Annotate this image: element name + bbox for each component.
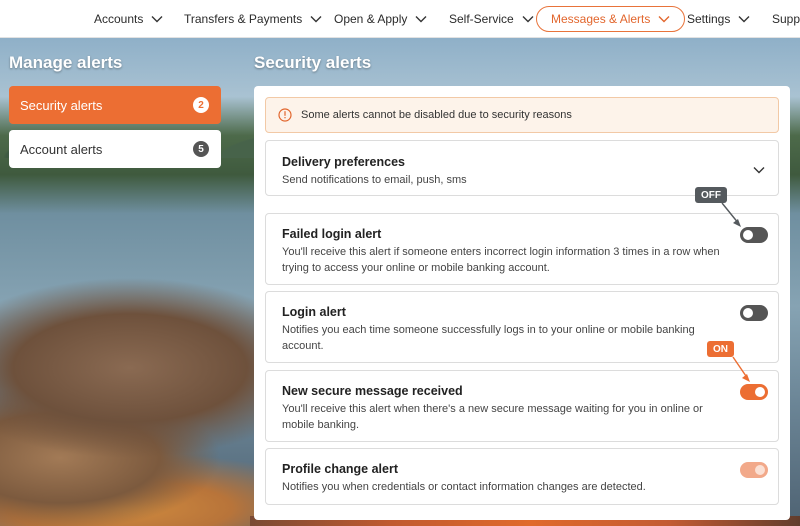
top-navigation: Accounts Transfers & Payments Open & App… (0, 0, 800, 38)
chevron-down-icon (738, 16, 750, 23)
sidebar-item-label: Security alerts (20, 97, 103, 113)
chevron-down-icon (151, 16, 163, 23)
alert-desc: Notifies you when credentials or contact… (282, 481, 646, 493)
alert-row-new-secure-message: New secure message received You'll recei… (265, 370, 779, 442)
nav-label: Self-Service (449, 12, 514, 26)
alert-title: Failed login alert (282, 227, 382, 241)
alert-row-login: Login alert Notifies you each time someo… (265, 291, 779, 363)
toggle-knob (755, 465, 765, 475)
sidebar-item-label: Account alerts (20, 141, 103, 157)
alert-title: Profile change alert (282, 462, 399, 476)
page-title: Security alerts (254, 53, 372, 72)
nav-item-accounts[interactable]: Accounts (94, 0, 163, 38)
alert-desc: You'll receive this alert when there's a… (282, 403, 703, 431)
chevron-down-icon (658, 16, 670, 23)
profile-change-toggle (740, 462, 768, 478)
chevron-down-icon[interactable] (752, 163, 766, 177)
chevron-down-icon (522, 16, 534, 23)
nav-item-settings[interactable]: Settings (687, 0, 750, 38)
sidebar-title: Manage alerts (9, 53, 123, 72)
chevron-down-icon (415, 16, 427, 23)
alert-row-profile-change: Profile change alert Notifies you when c… (265, 448, 779, 505)
sidebar-item-security-alerts[interactable]: Security alerts 2 (9, 86, 221, 124)
new-secure-message-toggle[interactable] (740, 384, 768, 400)
alert-desc: Notifies you each time someone successfu… (282, 324, 695, 352)
info-icon (278, 108, 292, 122)
nav-item-support[interactable]: Suppo (772, 0, 800, 38)
delivery-desc: Send notifications to email, push, sms (282, 174, 467, 186)
sidebar-item-account-alerts[interactable]: Account alerts 5 (9, 130, 221, 168)
login-alert-toggle[interactable] (740, 305, 768, 321)
failed-login-toggle[interactable] (740, 227, 768, 243)
nav-label: Accounts (94, 12, 144, 26)
notice-text: Some alerts cannot be disabled due to se… (301, 109, 572, 121)
nav-item-transfers-payments[interactable]: Transfers & Payments (184, 0, 322, 38)
count-badge: 2 (193, 97, 209, 113)
nav-item-self-service[interactable]: Self-Service (449, 0, 534, 38)
nav-label: Messages & Alerts (551, 12, 651, 26)
count-badge: 5 (193, 141, 209, 157)
delivery-title: Delivery preferences (282, 155, 405, 169)
toggle-knob (743, 230, 753, 240)
nav-label: Transfers & Payments (184, 12, 303, 26)
on-callout-label: ON (707, 341, 734, 357)
nav-label: Suppo (772, 12, 800, 26)
security-notice: Some alerts cannot be disabled due to se… (265, 97, 779, 133)
chevron-down-icon (310, 16, 322, 23)
alert-desc: You'll receive this alert if someone ent… (282, 246, 720, 274)
alert-title: Login alert (282, 305, 346, 319)
nav-label: Settings (687, 12, 731, 26)
off-callout-label: OFF (695, 187, 727, 203)
nav-item-open-apply[interactable]: Open & Apply (334, 0, 427, 38)
toggle-knob (755, 387, 765, 397)
alert-title: New secure message received (282, 384, 463, 398)
alerts-card: Some alerts cannot be disabled due to se… (254, 86, 790, 520)
toggle-knob (743, 308, 753, 318)
nav-item-messages-alerts[interactable]: Messages & Alerts (536, 6, 686, 32)
alert-row-failed-login: Failed login alert You'll receive this a… (265, 213, 779, 285)
nav-label: Open & Apply (334, 12, 408, 26)
